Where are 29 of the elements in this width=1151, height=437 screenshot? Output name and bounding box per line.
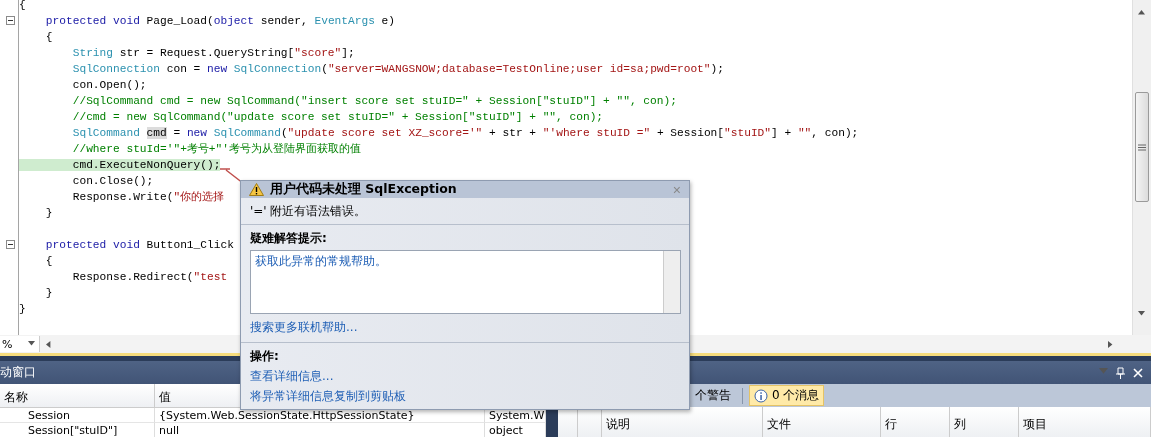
error-message: '=' 附近有语法错误。 [250,203,368,220]
code-line: String str = Request.QueryString["score"]; [71,46,355,61]
code-line: protected void Button1_Click [44,238,234,253]
code-line: { [44,30,53,45]
code-line: SqlCommand cmd = new SqlCommand("update score set XZ_score='" + str + "'where stuID =" + Session["stuID"] + "", con); [71,126,859,141]
code-line: SqlConnection con = new SqlConnection("server=WANGSNOW;database=TestOnline;user id=sa;pwd=root"); [71,62,724,77]
table-cell: Session [0,408,155,423]
code-line: Response.Write("你的选择 [71,190,225,205]
code-line: protected void Page_Load(object sender, EventArgs e) [44,14,396,29]
code-line: con.Open(); [71,78,147,93]
code-line: Response.Redirect("test [71,270,228,285]
tips-heading: 疑难解答提示: [250,230,328,247]
code-line: } [44,206,53,221]
code-line: //where stuId='"+考号+"'考号为从登陆界面获取的值 [71,142,361,157]
popup-title: 用户代码未处理 SqlException [270,181,458,198]
code-line: } [19,302,26,317]
code-line: } [44,286,53,301]
code-line: { [19,0,26,13]
actions-heading: 操作: [250,348,280,365]
code-line: con.Close(); [71,174,154,189]
table-cell: null [155,423,485,437]
code-line: //cmd = new SqlCommand("update score set stuID=" + Session["stuID"] + "", con); [71,110,604,125]
table-cell: System.W [485,408,546,423]
table-cell: {System.Web.SessionState.HttpSessionState} [155,408,485,423]
panel-title: 动窗口 [0,364,36,381]
code-line: { [44,254,53,269]
table-cell: object [485,423,546,437]
code-line: //SqlCommand cmd = new SqlCommand("insert score set stuID=" + Session["stuID"] + "", con); [71,94,677,109]
table-cell: Session["stuID"] [0,423,155,437]
